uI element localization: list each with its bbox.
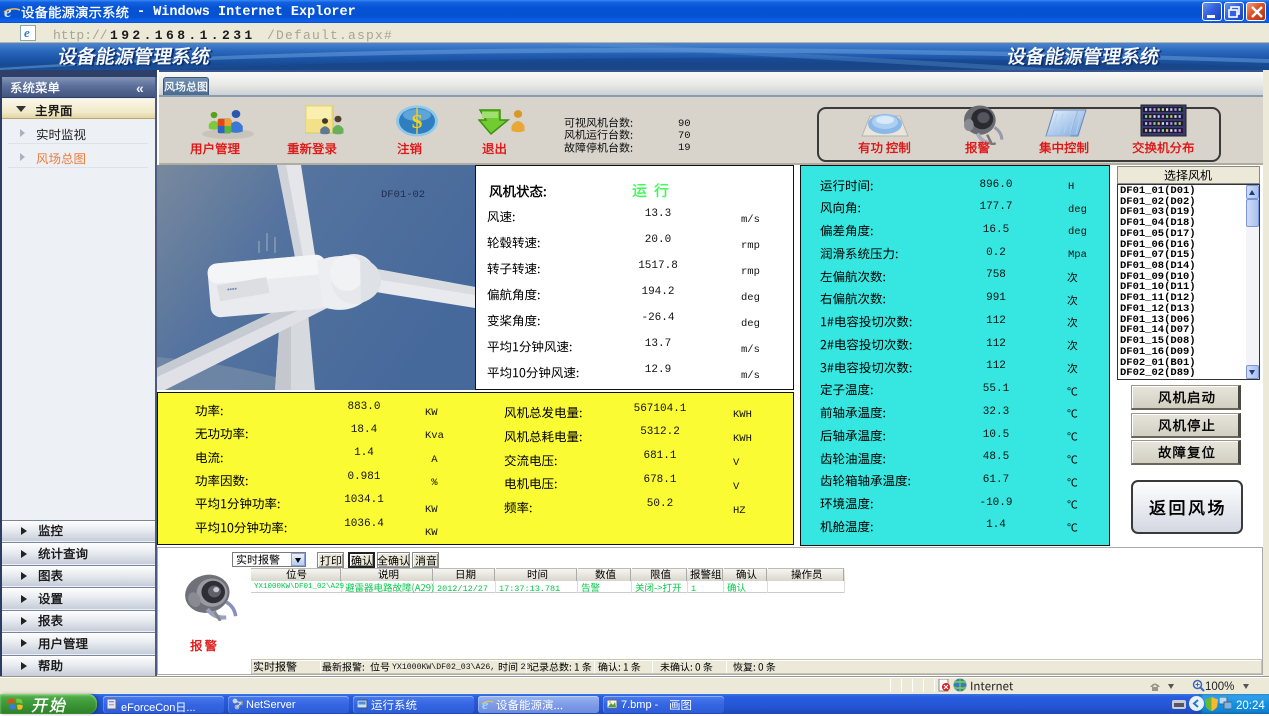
svg-text:▪▪▪▪: ▪▪▪▪ xyxy=(227,286,238,294)
svg-text:e: e xyxy=(482,698,488,711)
svg-text:DF01-02: DF01-02 xyxy=(381,189,425,201)
